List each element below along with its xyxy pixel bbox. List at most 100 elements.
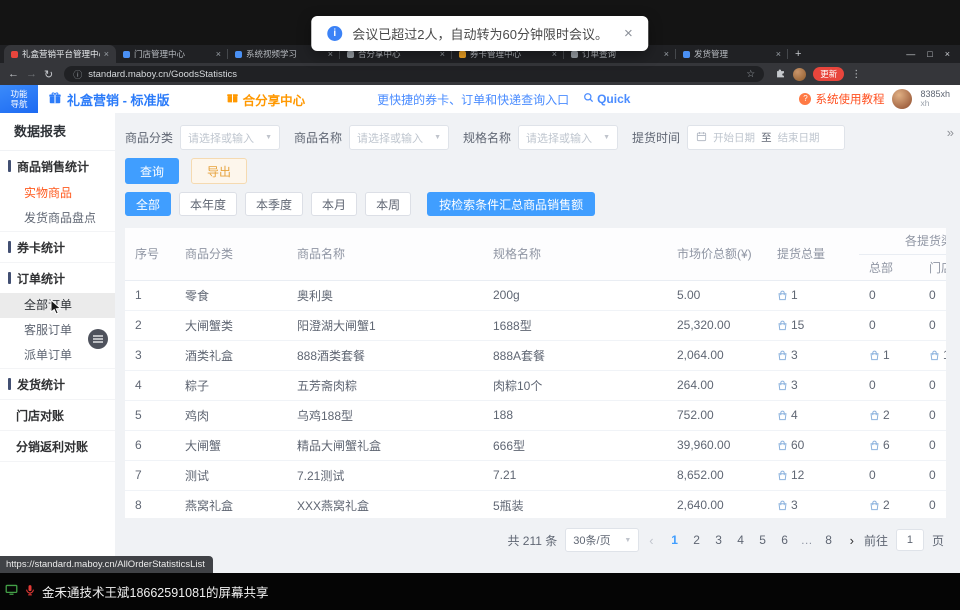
cell-value: 2 xyxy=(883,498,890,512)
filter-select[interactable]: 请选择或输入▼ xyxy=(349,125,449,150)
menu-marker-icon xyxy=(8,272,11,284)
next-page-button[interactable]: › xyxy=(848,533,856,548)
filter-field: 提货时间开始日期至结束日期 xyxy=(632,125,845,150)
forward-button[interactable]: → xyxy=(26,68,37,80)
close-icon[interactable]: × xyxy=(624,25,633,42)
cell-spec: 666型 xyxy=(483,430,667,460)
browser-tab[interactable]: 发货管理× xyxy=(676,45,788,63)
pickup-bag-icon xyxy=(777,470,788,481)
pagination-page[interactable]: 8 xyxy=(818,529,840,551)
reload-button[interactable]: ↻ xyxy=(44,68,53,81)
cell-category: 零食 xyxy=(175,280,287,310)
sidebar-item[interactable]: 全部订单 xyxy=(0,293,115,318)
cell-value: 6 xyxy=(883,438,890,452)
pagination-page[interactable]: 2 xyxy=(686,529,708,551)
browser-profile-avatar[interactable] xyxy=(793,68,806,81)
pagination-page[interactable]: 6 xyxy=(774,529,796,551)
filter-select[interactable]: 请选择或输入▼ xyxy=(518,125,618,150)
pagination-page[interactable]: 4 xyxy=(730,529,752,551)
pagination-page[interactable]: 5 xyxy=(752,529,774,551)
filter-label: 提货时间 xyxy=(632,129,680,146)
tutorial-link[interactable]: ? 系统使用教程 xyxy=(799,91,884,107)
sidebar-group[interactable]: 订单统计 xyxy=(0,263,115,293)
menu-drag-handle[interactable] xyxy=(88,329,108,349)
pagination-page[interactable]: 1 xyxy=(664,529,686,551)
main-content: » 商品分类请选择或输入▼商品名称请选择或输入▼规格名称请选择或输入▼提货时间开… xyxy=(115,113,960,573)
cell-amount: 2,064.00 xyxy=(667,340,767,370)
window-close-button[interactable]: × xyxy=(945,49,950,59)
range-tab[interactable]: 本月 xyxy=(311,192,357,216)
pickup-bag-icon xyxy=(777,380,788,391)
sidebar-group[interactable]: 商品销售统计 xyxy=(0,151,115,181)
extensions-puzzle-icon[interactable] xyxy=(775,65,786,83)
cell-amount: 8,652.00 xyxy=(667,460,767,490)
tab-close-icon[interactable]: × xyxy=(104,49,109,59)
cell-spec: 5瓶装 xyxy=(483,490,667,518)
window-minimize-button[interactable]: — xyxy=(906,49,915,59)
sidebar-group[interactable]: 门店对账 xyxy=(0,400,115,430)
range-tab[interactable]: 本季度 xyxy=(245,192,303,216)
table-row[interactable]: 3酒类礼盒888酒类套餐888A套餐2,064.00311 xyxy=(125,340,946,370)
quick-search-link[interactable]: Quick xyxy=(583,92,630,106)
user-avatar[interactable] xyxy=(892,89,912,109)
function-nav-toggle[interactable]: 功能导航 xyxy=(0,85,38,113)
back-button[interactable]: ← xyxy=(8,68,19,80)
search-button[interactable]: 查询 xyxy=(125,158,179,184)
cell-hq: 0 xyxy=(869,288,919,302)
browser-tab[interactable]: 礼盒营销平台管理中心× xyxy=(4,45,116,63)
range-tab[interactable]: 本年度 xyxy=(179,192,237,216)
prev-page-button[interactable]: ‹ xyxy=(647,533,655,548)
cell-total: 3 xyxy=(777,348,859,362)
cell-category: 燕窝礼盒 xyxy=(175,490,287,518)
bookmark-star-icon[interactable]: ☆ xyxy=(746,69,755,80)
tab-close-icon[interactable]: × xyxy=(776,49,781,59)
app-title: 礼盒营销 - 标准版 xyxy=(67,90,170,109)
export-button[interactable]: 导出 xyxy=(191,158,247,184)
table-row[interactable]: 8燕窝礼盒XXX燕窝礼盒5瓶装2,640.00320 xyxy=(125,490,946,518)
tab-close-icon[interactable]: × xyxy=(664,49,669,59)
sidebar-group[interactable]: 发货统计 xyxy=(0,369,115,399)
chevron-down-icon: ▼ xyxy=(603,134,610,141)
pagination-pages: 123456…8 xyxy=(664,529,840,551)
table-row[interactable]: 2大闸蟹类阳澄湖大闸蟹11688型25,320.001500 xyxy=(125,310,946,340)
cell-total: 3 xyxy=(777,498,859,512)
select-placeholder: 请选择或输入 xyxy=(357,130,423,146)
summary-button[interactable]: 按检索条件汇总商品销售额 xyxy=(427,192,595,216)
range-tab[interactable]: 全部 xyxy=(125,192,171,216)
filter-label: 商品分类 xyxy=(125,129,173,146)
chevron-down-icon: ▼ xyxy=(624,537,631,544)
tab-close-icon[interactable]: × xyxy=(216,49,221,59)
table-row[interactable]: 7测试7.21测试7.218,652.001200 xyxy=(125,460,946,490)
toast-message: 会议已超过2人，自动转为60分钟限时会议。 xyxy=(352,24,608,43)
sidebar-group[interactable]: 券卡统计 xyxy=(0,232,115,262)
browser-tab[interactable]: 门店管理中心× xyxy=(116,45,228,63)
filter-select[interactable]: 请选择或输入▼ xyxy=(180,125,280,150)
sidebar-group[interactable]: 分销返利对账 xyxy=(0,431,115,461)
sidebar-item[interactable]: 实物商品 xyxy=(0,181,115,206)
cell-amount: 2,640.00 xyxy=(667,490,767,518)
table-row[interactable]: 1零食奥利奥200g5.00100 xyxy=(125,280,946,310)
browser-menu-icon[interactable]: ⋮ xyxy=(851,69,861,80)
cell-spec: 888A套餐 xyxy=(483,340,667,370)
date-range-picker[interactable]: 开始日期至结束日期 xyxy=(687,125,845,150)
table-row[interactable]: 6大闸蟹精品大闸蟹礼盒666型39,960.006060 xyxy=(125,430,946,460)
window-maximize-button[interactable]: □ xyxy=(927,49,932,59)
cell-hq: 6 xyxy=(869,438,919,452)
chrome-update-button[interactable]: 更新 xyxy=(813,67,844,81)
address-bar[interactable]: ⓘ standard.maboy.cn/GoodsStatistics ☆ xyxy=(64,66,764,82)
cell-value: 1 xyxy=(791,288,798,302)
table-row[interactable]: 4粽子五芳斋肉粽肉粽10个264.00300 xyxy=(125,370,946,400)
sidebar-item[interactable]: 发货商品盘点 xyxy=(0,206,115,231)
page-size-select[interactable]: 30条/页 ▼ xyxy=(565,528,639,552)
date-end-placeholder: 结束日期 xyxy=(778,130,820,145)
collapse-panel-icon[interactable]: » xyxy=(947,125,954,140)
range-tab[interactable]: 本周 xyxy=(365,192,411,216)
table-row[interactable]: 5鸡肉乌鸡188型188752.00420 xyxy=(125,400,946,430)
pagination-page[interactable]: 3 xyxy=(708,529,730,551)
goto-page-input[interactable]: 1 xyxy=(896,529,924,551)
cell-spec: 188 xyxy=(483,400,667,430)
new-tab-button[interactable]: + xyxy=(795,48,801,60)
pickup-bag-icon xyxy=(929,350,940,361)
site-info-icon[interactable]: ⓘ xyxy=(73,68,82,81)
share-center-link[interactable]: 合分享中心 xyxy=(226,90,306,109)
